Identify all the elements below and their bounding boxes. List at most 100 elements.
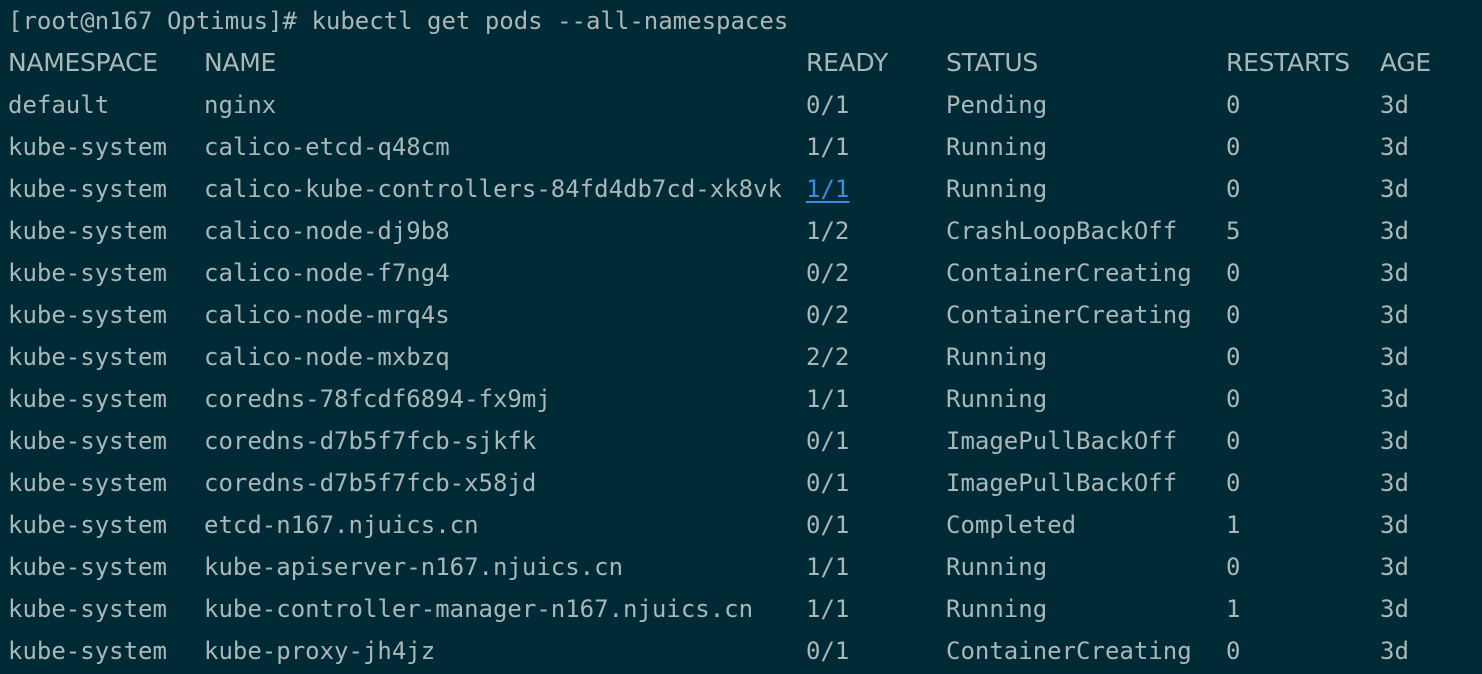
pod-namespace: kube-system [8, 469, 167, 497]
pod-restarts: 0 [1226, 385, 1241, 413]
pod-age: 3d [1380, 385, 1409, 413]
pod-age: 3d [1380, 175, 1409, 203]
pod-status: ImagePullBackOff [946, 427, 1178, 455]
pod-restarts: 0 [1226, 553, 1241, 581]
pod-namespace: kube-system [8, 343, 167, 371]
pod-ready: 0/1 [806, 511, 850, 539]
pod-age: 3d [1380, 133, 1409, 161]
pod-status: ContainerCreating [946, 301, 1192, 329]
pod-age: 3d [1380, 595, 1409, 623]
pod-name: coredns-d7b5f7fcb-sjkfk [204, 427, 537, 455]
pod-status: CrashLoopBackOff [946, 217, 1178, 245]
pod-name: coredns-78fcdf6894-fx9mj [204, 385, 551, 413]
shell-prompt: [root@n167 Optimus]# [8, 7, 312, 35]
pod-age: 3d [1380, 427, 1409, 455]
pod-ready: 0/1 [806, 427, 850, 455]
pod-restarts: 0 [1226, 91, 1241, 119]
pod-restarts: 0 [1226, 637, 1241, 665]
pod-name: calico-node-mrq4s [204, 301, 450, 329]
pod-age: 3d [1380, 469, 1409, 497]
table-row: default nginx 0/1 Pending 0 3d [0, 84, 1482, 126]
pod-name: calico-node-mxbzq [204, 343, 450, 371]
pod-restarts: 1 [1226, 511, 1241, 539]
pod-ready: 1/1 [806, 553, 850, 581]
pod-name: kube-controller-manager-n167.njuics.cn [204, 595, 754, 623]
pod-age: 3d [1380, 553, 1409, 581]
pod-name: nginx [204, 91, 277, 119]
header-status: STATUS [946, 48, 1038, 77]
pod-restarts: 0 [1226, 343, 1241, 371]
pod-namespace: kube-system [8, 385, 167, 413]
pod-name: coredns-d7b5f7fcb-x58jd [204, 469, 537, 497]
pod-status: Running [946, 343, 1048, 371]
pod-ready: 0/1 [806, 91, 850, 119]
terminal-window[interactable]: [root@n167 Optimus]# kubectl get pods --… [0, 0, 1482, 674]
header-namespace: NAMESPACE [8, 48, 158, 77]
pod-namespace: kube-system [8, 427, 167, 455]
pod-restarts: 0 [1226, 301, 1241, 329]
pod-age: 3d [1380, 91, 1409, 119]
pod-status: ImagePullBackOff [946, 469, 1178, 497]
pod-namespace: kube-system [8, 259, 167, 287]
header-ready: READY [806, 48, 888, 77]
table-row: kube-system coredns-d7b5f7fcb-x58jd 0/1 … [0, 462, 1482, 504]
table-row: kube-system calico-node-dj9b8 1/2 CrashL… [0, 210, 1482, 252]
pod-ready: 1/1 [806, 385, 850, 413]
header-restarts: RESTARTS [1226, 48, 1350, 77]
pod-ready: 0/2 [806, 259, 850, 287]
pod-status: Running [946, 595, 1048, 623]
table-row: kube-system coredns-d7b5f7fcb-sjkfk 0/1 … [0, 420, 1482, 462]
pod-status: Running [946, 553, 1048, 581]
pod-name: kube-proxy-jh4jz [204, 637, 436, 665]
table-row: kube-system kube-proxy-jh4jz 0/1 Contain… [0, 630, 1482, 672]
pod-restarts: 0 [1226, 259, 1241, 287]
command-line: [root@n167 Optimus]# kubectl get pods --… [0, 0, 1482, 42]
pod-restarts: 5 [1226, 217, 1241, 245]
pod-status: Running [946, 133, 1048, 161]
pod-ready-link[interactable]: 1/1 [806, 168, 849, 210]
pod-age: 3d [1380, 511, 1409, 539]
pod-ready: 0/1 [806, 469, 850, 497]
pod-status: Running [946, 385, 1048, 413]
pod-namespace: kube-system [8, 301, 167, 329]
pod-ready: 1/2 [806, 217, 850, 245]
pod-status: Pending [946, 91, 1048, 119]
pod-restarts: 0 [1226, 133, 1241, 161]
pod-namespace: kube-system [8, 217, 167, 245]
pod-ready: 0/2 [806, 301, 850, 329]
pod-name: etcd-n167.njuics.cn [204, 511, 479, 539]
pod-age: 3d [1380, 217, 1409, 245]
pod-status: ContainerCreating [946, 259, 1192, 287]
command-text: kubectl get pods --all-namespaces [311, 7, 789, 35]
pod-name: kube-apiserver-n167.njuics.cn [204, 553, 624, 581]
pod-ready: 1/1 [806, 595, 850, 623]
header-name: NAME [204, 48, 276, 77]
pod-age: 3d [1380, 637, 1409, 665]
pod-age: 3d [1380, 259, 1409, 287]
pod-name: calico-kube-controllers-84fd4db7cd-xk8vk [204, 175, 782, 203]
pod-status: ContainerCreating [946, 637, 1192, 665]
pod-ready: 2/2 [806, 343, 850, 371]
table-row: kube-system calico-kube-controllers-84fd… [0, 168, 1482, 210]
pod-namespace: kube-system [8, 175, 167, 203]
pod-restarts: 0 [1226, 427, 1241, 455]
pod-namespace: kube-system [8, 553, 167, 581]
pod-age: 3d [1380, 343, 1409, 371]
pod-namespace: kube-system [8, 637, 167, 665]
table-row: kube-system kube-controller-manager-n167… [0, 588, 1482, 630]
table-header: NAMESPACE NAME READY STATUS RESTARTS AGE [0, 42, 1482, 84]
table-row: kube-system calico-node-mxbzq 2/2 Runnin… [0, 336, 1482, 378]
table-row: kube-system kube-apiserver-n167.njuics.c… [0, 546, 1482, 588]
pod-name: calico-node-dj9b8 [204, 217, 450, 245]
pod-ready: 1/1 [806, 133, 850, 161]
pod-name: calico-node-f7ng4 [204, 259, 450, 287]
table-row: kube-system calico-node-f7ng4 0/2 Contai… [0, 252, 1482, 294]
table-row: kube-system calico-etcd-q48cm 1/1 Runnin… [0, 126, 1482, 168]
pod-status: Completed [946, 511, 1077, 539]
pod-namespace: default [8, 91, 110, 119]
pod-status: Running [946, 175, 1048, 203]
pod-age: 3d [1380, 301, 1409, 329]
pod-namespace: kube-system [8, 511, 167, 539]
header-age: AGE [1380, 48, 1431, 77]
pod-restarts: 0 [1226, 175, 1241, 203]
